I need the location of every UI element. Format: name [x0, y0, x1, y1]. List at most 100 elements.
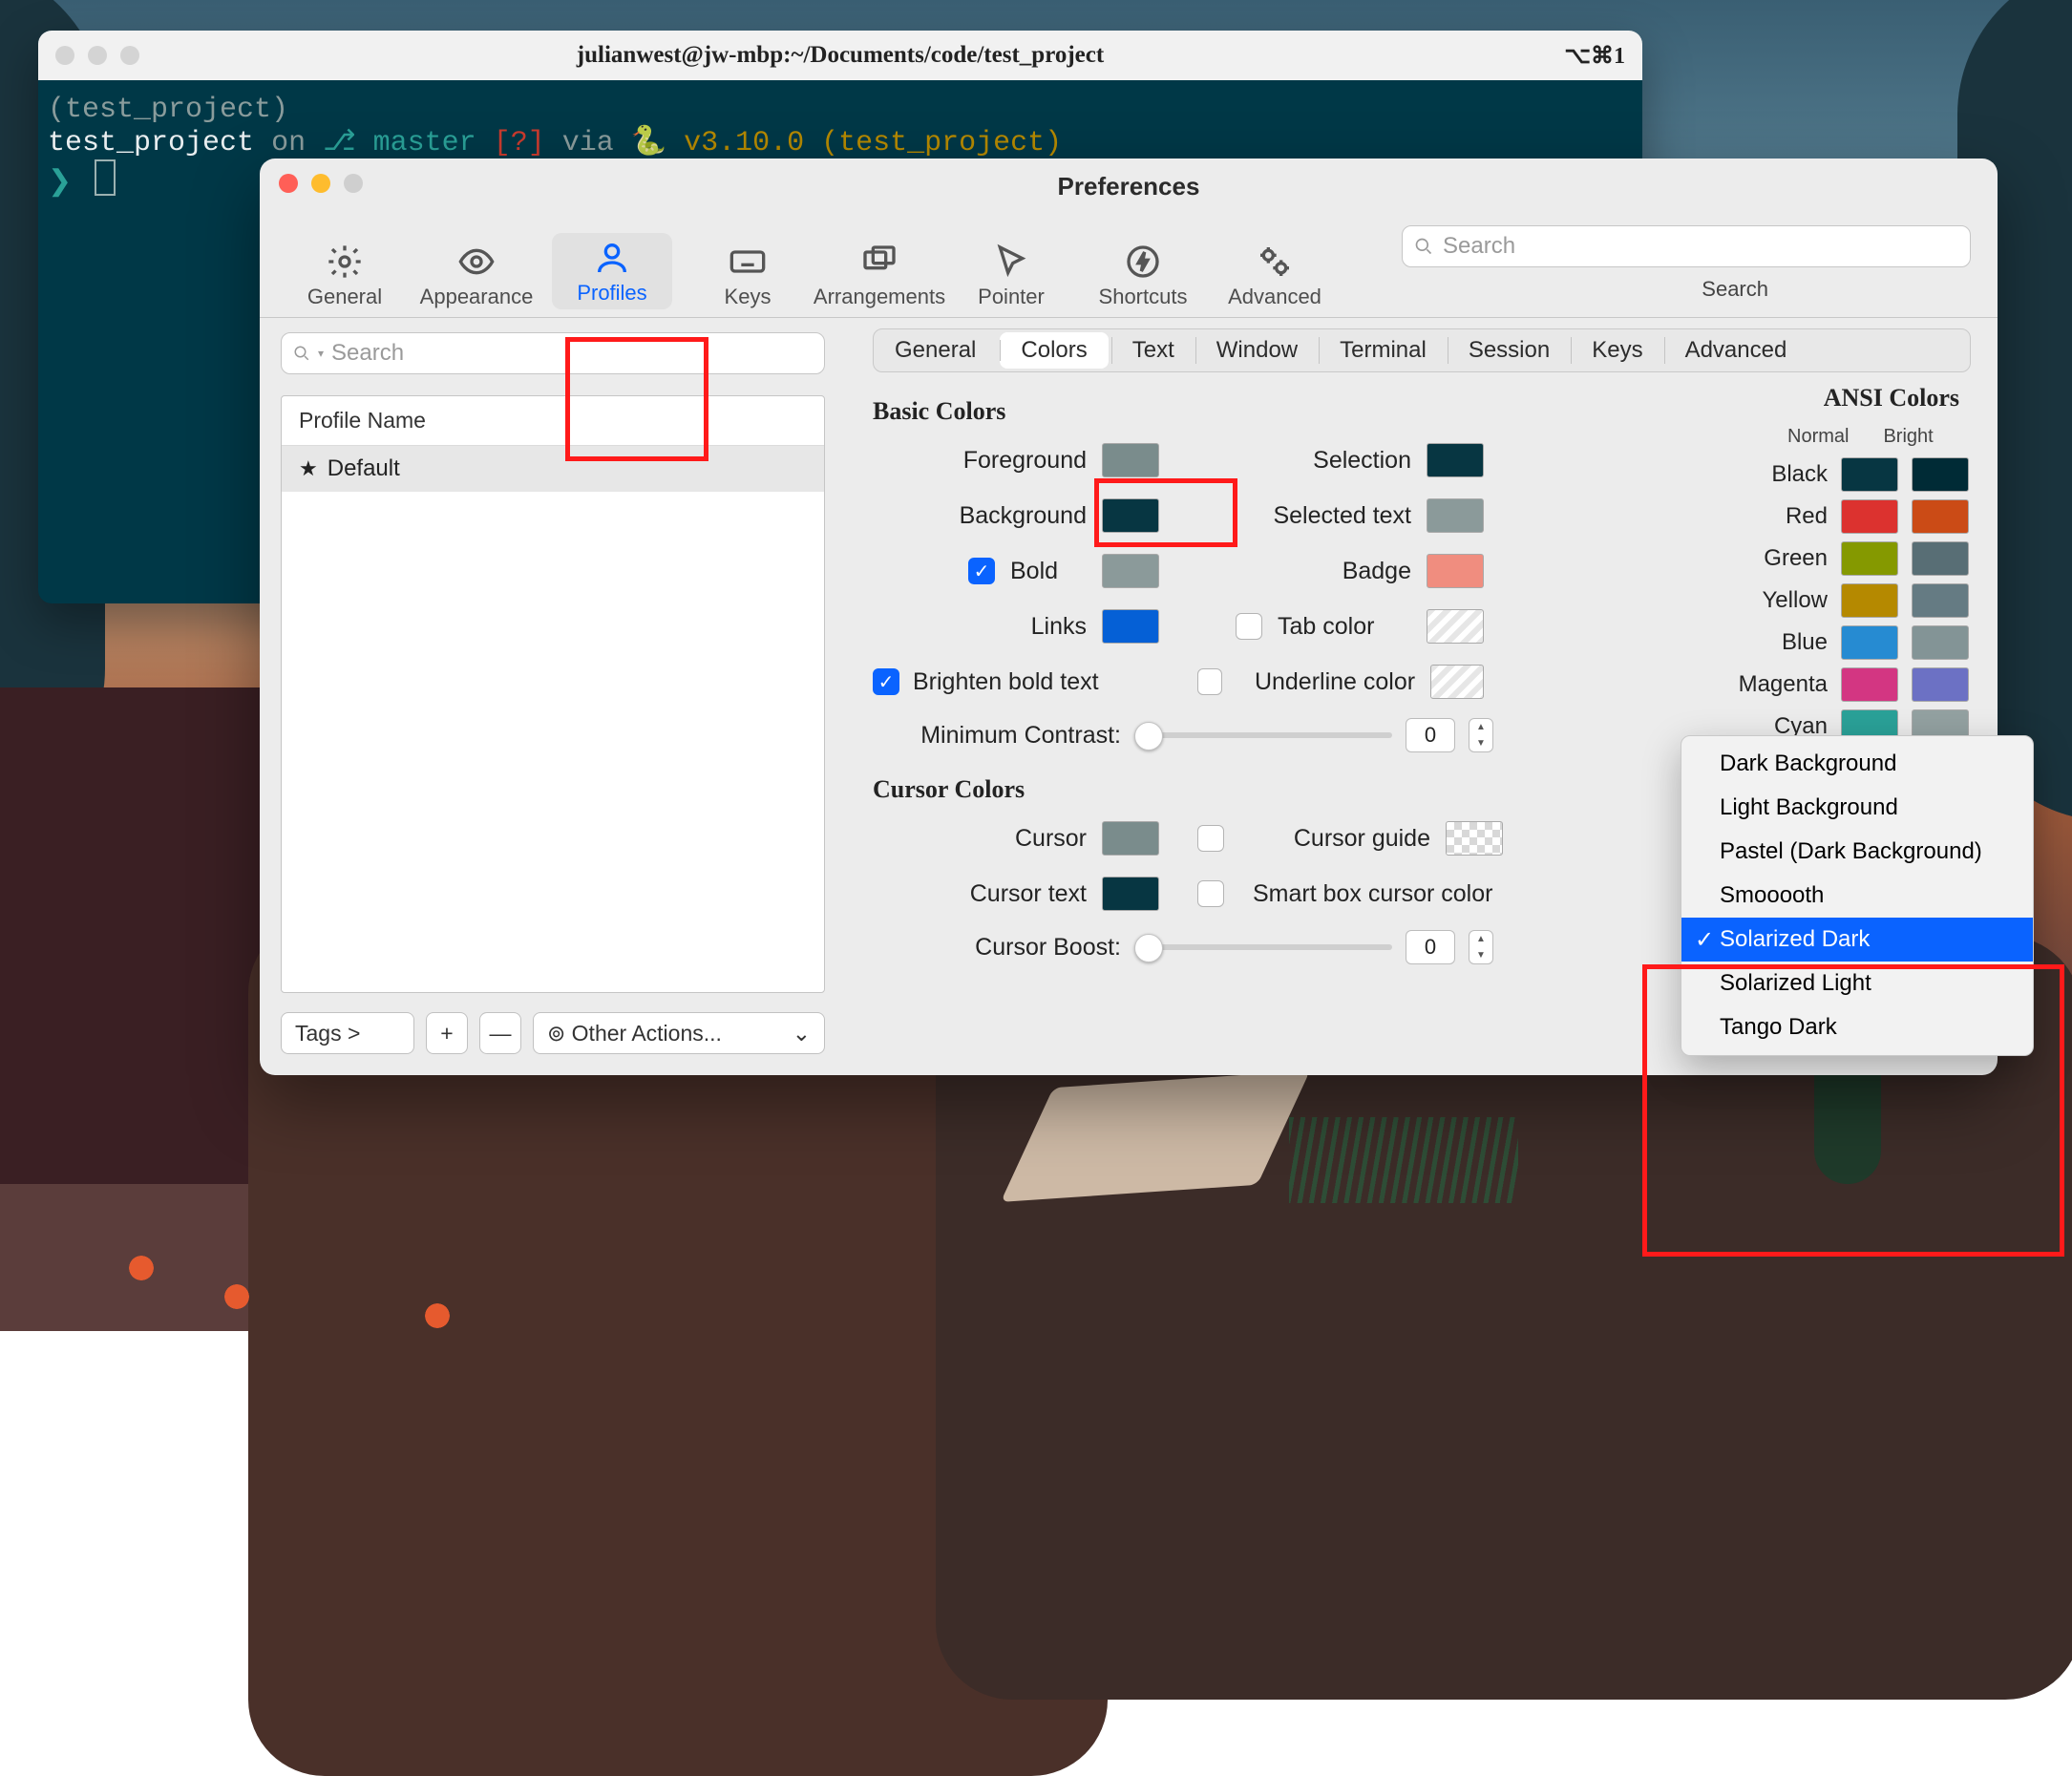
tab-advanced[interactable]: Advanced: [1218, 243, 1331, 309]
remove-profile-button[interactable]: —: [479, 1012, 521, 1054]
profile-subtabs: General Colors Text Window Terminal Sess…: [873, 328, 1971, 372]
term-line: (test_project): [48, 94, 288, 126]
gears-icon: [1256, 243, 1294, 281]
cursor-guide-swatch[interactable]: [1446, 821, 1503, 856]
links-swatch[interactable]: [1102, 609, 1159, 644]
tags-button[interactable]: Tags >: [281, 1012, 414, 1054]
subtab-general[interactable]: General: [874, 329, 997, 371]
minus-icon: —: [490, 1021, 512, 1047]
preset-item-solarized-dark[interactable]: Solarized Dark: [1681, 918, 2033, 962]
cursor-guide-checkbox[interactable]: [1197, 825, 1224, 852]
ansi-row-red: Red: [1682, 496, 1969, 538]
ansi-bright-black-swatch[interactable]: [1912, 457, 1969, 492]
min-contrast-label: Minimum Contrast:: [873, 722, 1121, 750]
ansi-label: Magenta: [1723, 671, 1828, 698]
tabcolor-checkbox[interactable]: [1236, 613, 1262, 640]
ansi-normal-black-swatch[interactable]: [1841, 457, 1898, 492]
badge-swatch[interactable]: [1427, 554, 1484, 588]
ansi-label: Green: [1723, 545, 1828, 572]
star-icon: ★: [299, 456, 318, 481]
window-title: Preferences: [260, 172, 1998, 201]
ansi-row-green: Green: [1682, 538, 1969, 580]
keyboard-icon: [729, 243, 767, 281]
profile-search-input[interactable]: ▾ Search: [281, 332, 825, 374]
subtab-terminal[interactable]: Terminal: [1319, 329, 1448, 371]
subtab-text[interactable]: Text: [1111, 329, 1195, 371]
cursor-icon: [95, 159, 116, 196]
ansi-row-magenta: Magenta: [1682, 664, 1969, 706]
min-contrast-slider[interactable]: [1134, 732, 1392, 738]
snake-icon: 🐍: [631, 127, 684, 159]
ansi-label: Yellow: [1723, 587, 1828, 614]
tab-appearance[interactable]: Appearance: [420, 243, 533, 309]
toolbar-search-input[interactable]: Search: [1402, 225, 1971, 267]
underline-color-checkbox[interactable]: [1197, 668, 1222, 695]
profile-row-default[interactable]: ★ Default: [282, 446, 824, 492]
prompt-icon: ❯: [48, 167, 72, 200]
tab-shortcuts[interactable]: Shortcuts: [1087, 243, 1199, 309]
ansi-normal-red-swatch[interactable]: [1841, 499, 1898, 534]
add-profile-button[interactable]: +: [426, 1012, 468, 1054]
preset-item-tango-dark[interactable]: Tango Dark: [1681, 1005, 2033, 1049]
preset-item-light-background[interactable]: Light Background: [1681, 786, 2033, 830]
cursor-arrow-icon: [992, 243, 1030, 281]
ansi-bright-red-swatch[interactable]: [1912, 499, 1969, 534]
plus-icon: +: [440, 1021, 453, 1047]
prefs-titlebar[interactable]: Preferences: [260, 159, 1998, 208]
min-contrast-value[interactable]: 0: [1406, 718, 1455, 752]
terminal-title: julianwest@jw-mbp:~/Documents/code/test_…: [38, 42, 1642, 69]
subtab-colors[interactable]: Colors: [1000, 332, 1108, 369]
cursor-swatch[interactable]: [1102, 821, 1159, 856]
tab-general[interactable]: General: [288, 243, 401, 309]
other-actions-button[interactable]: ⊚ Other Actions... ⌄: [533, 1012, 825, 1054]
cursor-boost-slider[interactable]: [1134, 944, 1392, 950]
ansi-normal-magenta-swatch[interactable]: [1841, 667, 1898, 702]
ellipsis-circle-icon: ⊚: [547, 1021, 565, 1047]
preset-item-dark-background[interactable]: Dark Background: [1681, 742, 2033, 786]
tabcolor-swatch[interactable]: [1427, 609, 1484, 644]
selected-text-swatch[interactable]: [1427, 498, 1484, 533]
ansi-label: Black: [1723, 461, 1828, 488]
windows-icon: [860, 243, 899, 281]
cursor-text-swatch[interactable]: [1102, 877, 1159, 911]
ansi-heading: ANSI Colors: [1682, 384, 1959, 412]
ansi-bright-yellow-swatch[interactable]: [1912, 583, 1969, 618]
smart-cursor-checkbox[interactable]: [1197, 880, 1224, 907]
preset-item-smooooth[interactable]: Smooooth: [1681, 874, 2033, 918]
preset-item-solarized-light[interactable]: Solarized Light: [1681, 962, 2033, 1005]
ansi-row-yellow: Yellow: [1682, 580, 1969, 622]
term-branch: master: [373, 127, 494, 159]
cursor-boost-value[interactable]: 0: [1406, 930, 1455, 964]
term-project: test_project: [48, 127, 254, 159]
bold-checkbox[interactable]: ✓: [968, 558, 995, 584]
brighten-bold-checkbox[interactable]: ✓: [873, 668, 899, 695]
term-python: v3.10.0 (test_project): [684, 127, 1062, 159]
ansi-normal-green-swatch[interactable]: [1841, 541, 1898, 576]
bold-swatch[interactable]: [1102, 554, 1159, 588]
underline-swatch[interactable]: [1430, 665, 1484, 699]
subtab-advanced[interactable]: Advanced: [1664, 329, 1808, 371]
tab-keys[interactable]: Keys: [691, 243, 804, 309]
subtab-keys[interactable]: Keys: [1571, 329, 1663, 371]
background-swatch[interactable]: [1102, 498, 1159, 533]
subtab-session[interactable]: Session: [1448, 329, 1571, 371]
color-presets-menu[interactable]: Dark BackgroundLight BackgroundPastel (D…: [1681, 735, 2034, 1056]
terminal-titlebar[interactable]: julianwest@jw-mbp:~/Documents/code/test_…: [38, 31, 1642, 80]
foreground-swatch[interactable]: [1102, 443, 1159, 477]
selection-swatch[interactable]: [1427, 443, 1484, 477]
preset-item-pastel-dark-background-[interactable]: Pastel (Dark Background): [1681, 830, 2033, 874]
profiles-sidebar: ▾ Search Profile Name ★ Default Tags > +…: [260, 315, 846, 1075]
term-git-status: [?]: [494, 127, 545, 159]
tab-profiles[interactable]: Profiles: [552, 233, 672, 309]
ansi-bright-green-swatch[interactable]: [1912, 541, 1969, 576]
tab-arrangements[interactable]: Arrangements: [823, 243, 936, 309]
min-contrast-stepper[interactable]: ▲▼: [1469, 718, 1493, 752]
tab-pointer[interactable]: Pointer: [955, 243, 1068, 309]
ansi-normal-yellow-swatch[interactable]: [1841, 583, 1898, 618]
ansi-normal-blue-swatch[interactable]: [1841, 625, 1898, 660]
ansi-bright-magenta-swatch[interactable]: [1912, 667, 1969, 702]
cursor-boost-stepper[interactable]: ▲▼: [1469, 930, 1493, 964]
ansi-row-blue: Blue: [1682, 622, 1969, 664]
subtab-window[interactable]: Window: [1195, 329, 1319, 371]
ansi-bright-blue-swatch[interactable]: [1912, 625, 1969, 660]
